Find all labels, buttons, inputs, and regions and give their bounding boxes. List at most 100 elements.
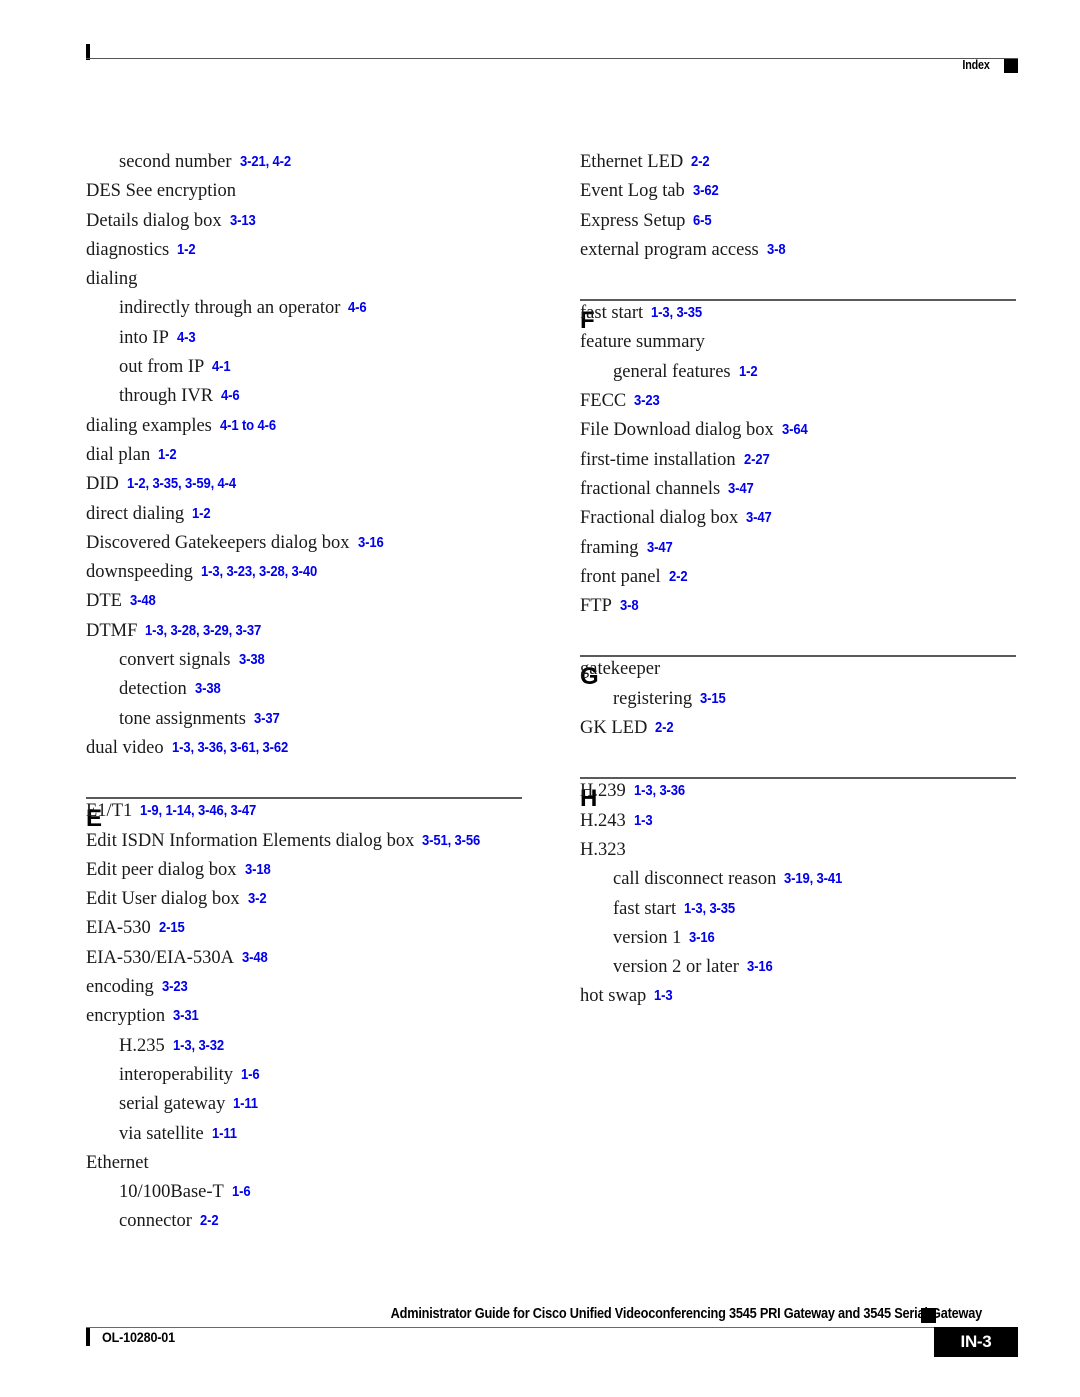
index-entry-page-reference[interactable]: 2-2 [669,563,688,592]
index-entry-term: Discovered Gatekeepers dialog box [86,532,350,553]
index-entry-page-reference[interactable]: 4-1 to 4-6 [220,412,276,441]
index-entry-term: File Download dialog box [580,420,774,441]
index-entry-page-reference[interactable]: 3-21, 4-2 [240,148,291,177]
index-entry-term: FTP [580,596,612,617]
index-entry: downspeeding 1-3, 3-23, 3-28, 3-40 [86,558,526,587]
index-entry-page-reference[interactable]: 2-2 [200,1207,219,1236]
index-entry: diagnostics 1-2 [86,236,526,265]
index-entry-page-reference[interactable]: 3-18 [245,856,271,885]
index-entry-page-reference[interactable]: 3-64 [782,416,808,445]
index-entry: GK LED 2-2 [580,714,1020,743]
index-entry-page-reference[interactable]: 1-3 [654,982,673,1011]
index-entry-term: detection [119,679,187,700]
index-entry-term: EIA-530/EIA-530A [86,947,234,968]
index-entry: into IP 4-3 [86,324,526,353]
index-entry-page-reference[interactable]: 1-3, 3-23, 3-28, 3-40 [201,558,317,587]
index-entry-term: DES See encryption [86,181,237,202]
index-entry-page-reference[interactable]: 1-2, 3-35, 3-59, 4-4 [127,470,236,499]
index-entry: Ethernet [86,1149,526,1178]
index-entry-term: call disconnect reason [613,869,777,890]
index-entry-page-reference[interactable]: 3-38 [239,646,265,675]
index-entry-term: hot swap [580,986,647,1007]
index-entry-page-reference[interactable]: 4-6 [348,294,367,323]
footer-square-marker-icon [921,1308,936,1323]
index-entry: indirectly through an operator 4-6 [86,294,526,323]
index-entry-page-reference[interactable]: 3-31 [173,1002,199,1031]
index-entry-page-reference[interactable]: 3-37 [254,705,280,734]
index-entry-page-reference[interactable]: 3-19, 3-41 [784,865,842,894]
index-entry-term: encryption [86,1006,166,1027]
index-entry-page-reference[interactable]: 1-2 [158,441,177,470]
index-entry-term: fast start [613,898,677,919]
index-entry-page-reference[interactable]: 3-23 [162,973,188,1002]
index-entry-term: second number [119,152,232,172]
index-entry-page-reference[interactable]: 1-3, 3-35 [684,895,735,924]
index-entry-page-reference[interactable]: 3-48 [242,944,268,973]
index-entry-page-reference[interactable]: 2-15 [159,914,185,943]
index-entry-page-reference[interactable]: 1-3, 3-36 [634,777,685,806]
index-entry-page-reference[interactable]: 3-13 [230,207,256,236]
index-entry: direct dialing 1-2 [86,500,526,529]
index-entry-page-reference[interactable]: 1-2 [177,236,196,265]
index-entry: detection 3-38 [86,675,526,704]
index-column-left: second number 3-21, 4-2 DES See encryption… [86,148,526,1237]
footer-page-number: IN-3 [934,1327,1018,1357]
index-entry-page-reference[interactable]: 3-16 [358,529,384,558]
index-entry: Express Setup 6-5 [580,207,1020,236]
index-entry-term: feature summary [580,332,705,353]
index-entry-page-reference[interactable]: 1-3, 3-28, 3-29, 3-37 [145,617,261,646]
index-entry-term: DTMF [86,620,138,641]
index-entry-page-reference[interactable]: 3-16 [747,953,773,982]
index-entry-page-reference[interactable]: 3-51, 3-56 [422,827,480,856]
index-entry-page-reference[interactable]: 3-16 [689,924,715,953]
index-entry-page-reference[interactable]: 4-6 [221,382,240,411]
index-entry-page-reference[interactable]: 1-11 [212,1120,237,1149]
index-entry: second number 3-21, 4-2 [86,148,526,177]
index-entry: H.235 1-3, 3-32 [86,1032,526,1061]
index-entry-term: DID [86,474,119,495]
index-entry-term: through IVR [119,386,214,407]
index-entry-page-reference[interactable]: 3-38 [195,675,221,704]
index-entry: Fractional dialog box 3-47 [580,504,1020,533]
index-entry-page-reference[interactable]: 1-3, 3-32 [173,1032,224,1061]
index-entry-page-reference[interactable]: 6-5 [693,207,712,236]
index-entry-page-reference[interactable]: 1-6 [241,1061,260,1090]
index-entry: E1/T1 1-9, 1-14, 3-46, 3-47 [86,797,526,826]
index-entry-page-reference[interactable]: 1-6 [232,1178,251,1207]
index-entry-page-reference[interactable]: 3-8 [620,592,639,621]
index-entry-page-reference[interactable]: 1-3, 3-36, 3-61, 3-62 [172,734,288,763]
index-entry-page-reference[interactable]: 2-2 [691,148,710,177]
index-entry-page-reference[interactable]: 3-15 [700,685,726,714]
index-entry-page-reference[interactable]: 4-1 [212,353,231,382]
index-entry-term: serial gateway [119,1094,226,1115]
index-entry-page-reference[interactable]: 3-48 [130,587,156,616]
index-entry-page-reference[interactable]: 3-8 [767,236,786,265]
index-entry-term: E1/T1 [86,801,133,822]
index-entry: Discovered Gatekeepers dialog box 3-16 [86,529,526,558]
index-entry-page-reference[interactable]: 1-3, 3-35 [651,299,702,328]
index-entry-page-reference[interactable]: 1-3 [634,807,653,836]
index-entry-page-reference[interactable]: 3-23 [634,387,660,416]
index-entry-page-reference[interactable]: 3-62 [693,177,719,206]
index-entry: Edit ISDN Information Elements dialog bo… [86,827,526,856]
index-entry-page-reference[interactable]: 1-2 [739,358,758,387]
index-entry: convert signals 3-38 [86,646,526,675]
index-entry-page-reference[interactable]: 3-47 [728,475,754,504]
index-entry-page-reference[interactable]: 3-47 [746,504,772,533]
index-entry-page-reference[interactable]: 1-2 [192,500,211,529]
index-entry: FECC 3-23 [580,387,1020,416]
index-entry-page-reference[interactable]: 3-2 [248,885,267,914]
index-entry: call disconnect reason 3-19, 3-41 [580,865,1020,894]
index-entry-term: H.239 [580,781,626,802]
index-entry-term: interoperability [119,1064,234,1085]
index-entry-page-reference[interactable]: 2-2 [655,714,674,743]
index-entry: through IVR 4-6 [86,382,526,411]
index-entry-page-reference[interactable]: 3-47 [647,534,673,563]
index-entry-term: dialing [86,269,138,290]
index-entry-page-reference[interactable]: 1-11 [233,1090,258,1119]
index-entry-page-reference[interactable]: 2-27 [744,446,770,475]
index-entry-page-reference[interactable]: 4-3 [177,324,196,353]
index-entry-term: fractional channels [580,478,721,499]
index-entry: tone assignments 3-37 [86,705,526,734]
index-entry-page-reference[interactable]: 1-9, 1-14, 3-46, 3-47 [140,797,256,826]
